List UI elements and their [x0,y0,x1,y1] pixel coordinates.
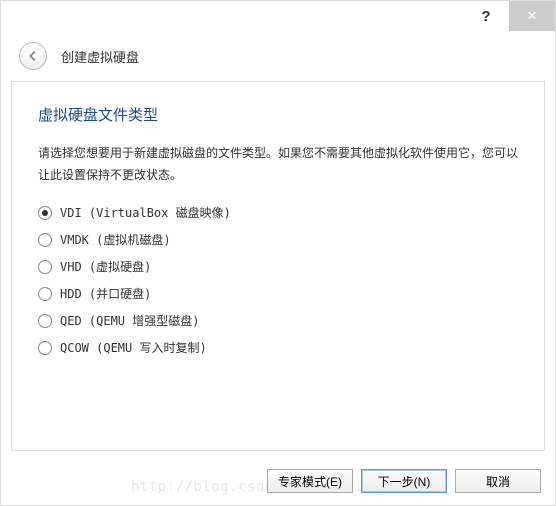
radio-icon [38,260,52,274]
titlebar: ? × [1,1,555,31]
page-title: 创建虚拟硬盘 [61,47,139,66]
section-description: 请选择您想要用于新建虚拟磁盘的文件类型。如果您不需要其他虚拟化软件使用它，您可以… [38,143,518,186]
radio-label: QCOW (QEMU 写入时复制) [60,339,207,356]
disk-type-radio-group: VDI (VirtualBox 磁盘映像) VMDK (虚拟机磁盘) VHD (… [38,204,518,356]
content-panel: 虚拟硬盘文件类型 请选择您想要用于新建虚拟磁盘的文件类型。如果您不需要其他虚拟化… [11,81,545,451]
wizard-header: 创建虚拟硬盘 [1,31,555,81]
radio-option-vdi[interactable]: VDI (VirtualBox 磁盘映像) [38,204,518,221]
radio-option-vhd[interactable]: VHD (虚拟硬盘) [38,258,518,275]
radio-option-hdd[interactable]: HDD (并口硬盘) [38,285,518,302]
radio-label: VDI (VirtualBox 磁盘映像) [60,204,231,221]
arrow-left-icon [26,49,40,63]
radio-icon [38,314,52,328]
radio-option-vmdk[interactable]: VMDK (虚拟机磁盘) [38,231,518,248]
next-button[interactable]: 下一步(N) [361,469,447,493]
back-button[interactable] [19,42,47,70]
radio-option-qcow[interactable]: QCOW (QEMU 写入时复制) [38,339,518,356]
radio-icon [38,206,52,220]
close-button[interactable]: × [509,1,555,31]
radio-icon [38,341,52,355]
radio-label: QED (QEMU 增强型磁盘) [60,312,199,329]
radio-icon [38,233,52,247]
expert-mode-button[interactable]: 专家模式(E) [267,469,353,493]
radio-label: VMDK (虚拟机磁盘) [60,231,171,248]
radio-option-qed[interactable]: QED (QEMU 增强型磁盘) [38,312,518,329]
cancel-button[interactable]: 取消 [455,469,541,493]
footer-buttons: 专家模式(E) 下一步(N) 取消 [267,469,541,493]
section-title: 虚拟硬盘文件类型 [38,104,518,125]
radio-icon [38,287,52,301]
help-button[interactable]: ? [463,1,509,31]
radio-label: VHD (虚拟硬盘) [60,258,151,275]
radio-label: HDD (并口硬盘) [60,285,151,302]
